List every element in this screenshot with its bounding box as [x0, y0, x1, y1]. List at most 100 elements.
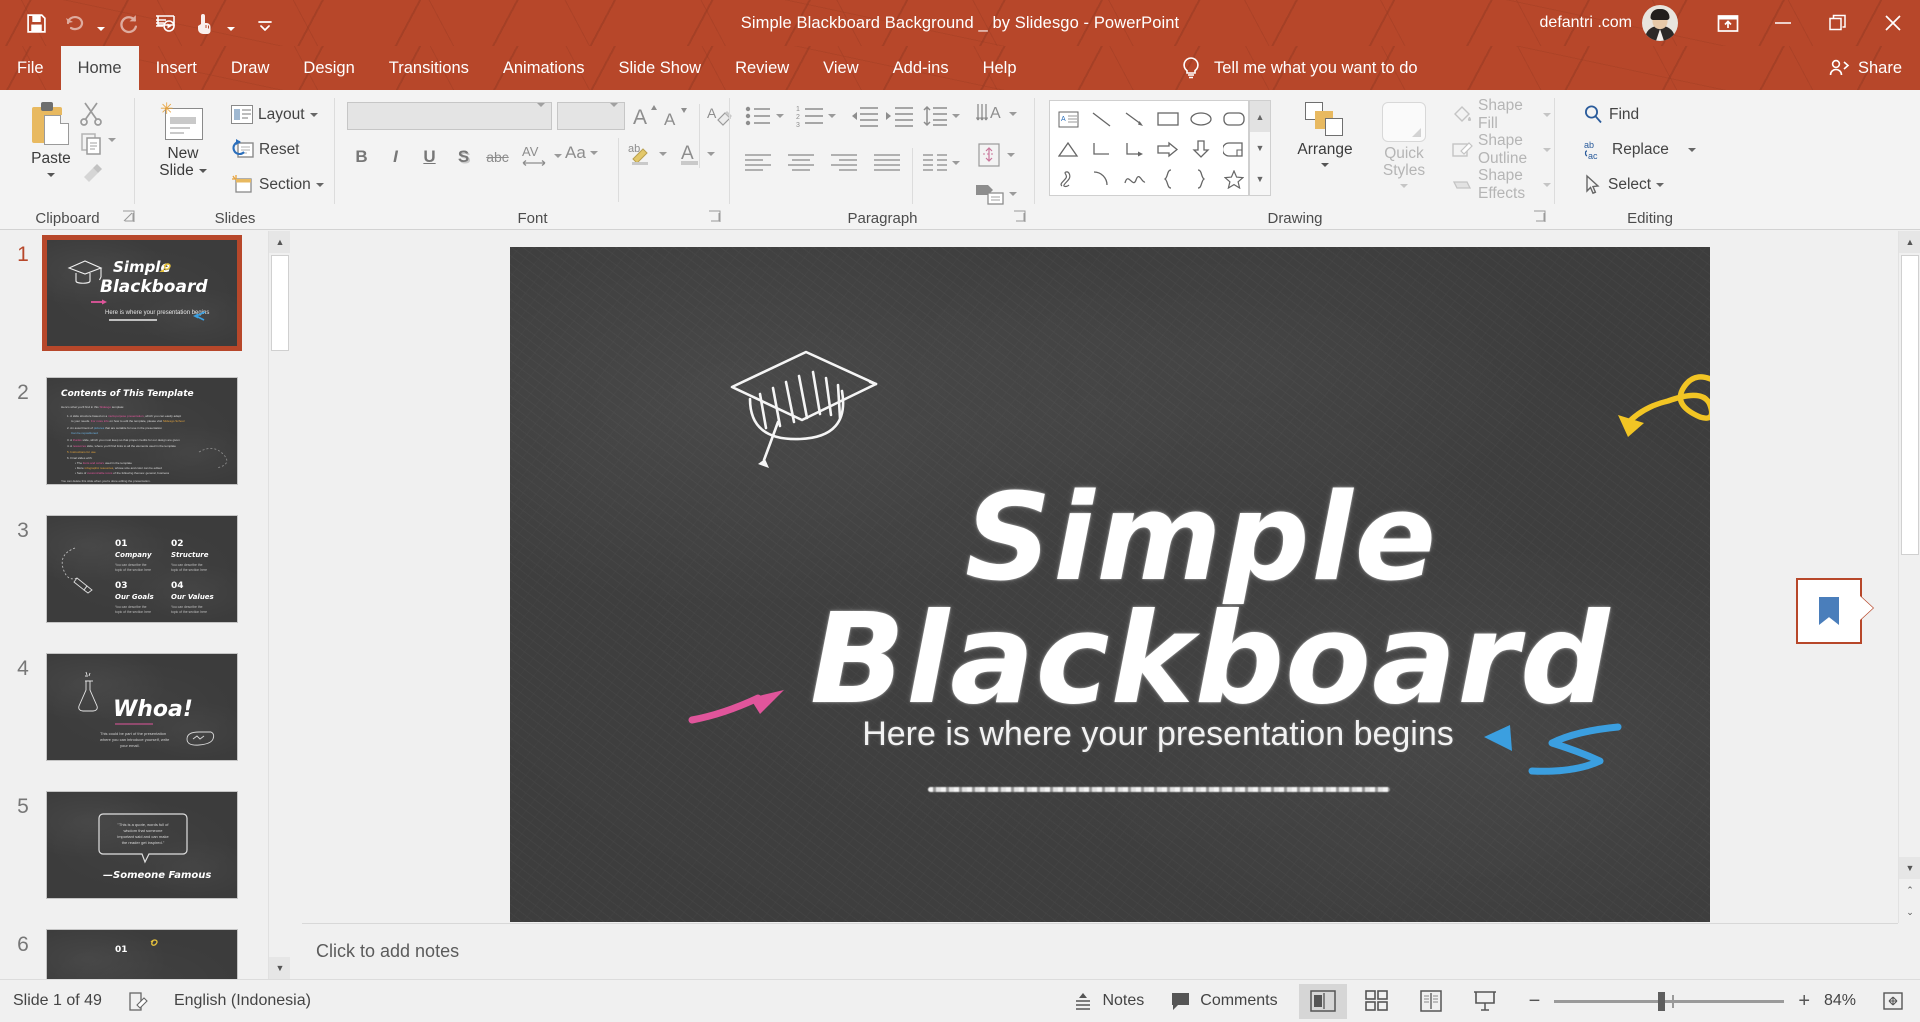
numbering-button[interactable]: 123 — [796, 104, 836, 128]
zoom-slider[interactable] — [1554, 991, 1785, 1011]
comments-button[interactable]: Comments — [1157, 980, 1290, 1022]
decrease-indent-button[interactable] — [850, 104, 878, 133]
tab-add-ins[interactable]: Add-ins — [876, 46, 966, 90]
restore-button[interactable] — [1810, 0, 1865, 46]
shape-effects-button[interactable]: Shape Effects — [1447, 167, 1555, 202]
replace-button[interactable]: ab ac Replace — [1579, 135, 1700, 164]
tab-animations[interactable]: Animations — [486, 46, 602, 90]
format-painter-button[interactable] — [80, 162, 106, 191]
columns-button[interactable] — [922, 152, 960, 174]
thumbnail-5[interactable]: 5 "This is a quote, words full of wisdom… — [0, 791, 268, 899]
zoom-slider-handle[interactable] — [1658, 991, 1666, 1011]
shape-fill-button[interactable]: Shape Fill — [1447, 97, 1555, 132]
thumbnail-canvas-5[interactable]: "This is a quote, words full of wisdom t… — [46, 791, 238, 899]
zoom-out-button[interactable]: − — [1529, 990, 1541, 1013]
scribble-shape[interactable] — [1052, 164, 1085, 194]
line-shape[interactable] — [1085, 104, 1118, 134]
elbow-arrow-shape[interactable] — [1118, 134, 1151, 164]
previous-slide-icon[interactable]: ⌃ — [1899, 879, 1920, 901]
layout-button[interactable]: Layout — [227, 100, 322, 129]
bookmark-callout-panel[interactable] — [1796, 578, 1862, 644]
language-indicator[interactable]: English (Indonesia) — [161, 980, 324, 1022]
thumbnail-3[interactable]: 3 01 Company You can describe the topic … — [0, 515, 268, 623]
tab-draw[interactable]: Draw — [214, 46, 287, 90]
shapes-more-icon[interactable]: ▼ — [1250, 164, 1270, 195]
accessibility-check-button[interactable] — [115, 980, 161, 1022]
rounded-rectangle-shape[interactable] — [1217, 104, 1250, 134]
arrow-shape[interactable] — [1118, 104, 1151, 134]
thumbnail-canvas-1[interactable]: Simple Blackboard Here is where your pre… — [42, 235, 242, 351]
folded-corner-shape[interactable] — [1217, 134, 1250, 164]
scrollbar-thumb[interactable] — [271, 255, 289, 351]
decrease-font-size-button[interactable]: A — [663, 104, 689, 135]
rectangle-shape[interactable] — [1151, 104, 1184, 134]
elbow-connector-shape[interactable] — [1085, 134, 1118, 164]
section-button[interactable]: Section — [227, 170, 328, 199]
thumbnail-6[interactable]: 6 01 — [0, 929, 268, 979]
tab-transitions[interactable]: Transitions — [372, 46, 486, 90]
avatar[interactable] — [1642, 5, 1678, 41]
align-left-button[interactable] — [744, 152, 772, 179]
down-arrow-shape[interactable] — [1184, 134, 1217, 164]
slide-scroll-down-icon[interactable]: ▼ — [1899, 857, 1920, 879]
thumbnail-4[interactable]: 4 Whoa! This could be part of the presen… — [0, 653, 268, 761]
copy-button[interactable] — [80, 132, 104, 161]
triangle-shape[interactable] — [1052, 134, 1085, 164]
slide-thumbnail-pane[interactable]: 1 Simple Blackboard Here is where your p… — [0, 231, 290, 979]
zoom-in-button[interactable]: + — [1798, 990, 1810, 1013]
increase-font-size-button[interactable]: A — [632, 102, 658, 135]
slide-show-button[interactable] — [1461, 984, 1509, 1019]
scroll-down-icon[interactable]: ▼ — [269, 957, 290, 979]
new-slide-button[interactable]: ✳ New Slide — [147, 102, 219, 180]
slide-scrollbar-thumb[interactable] — [1901, 255, 1919, 555]
align-text-button[interactable] — [975, 142, 1015, 168]
text-box-shape[interactable]: A — [1052, 104, 1085, 134]
font-color-button[interactable]: A — [679, 140, 715, 168]
change-case-button[interactable]: Aa — [565, 143, 598, 163]
font-dialog-launcher[interactable] — [708, 210, 722, 224]
thumbnail-canvas-4[interactable]: Whoa! This could be part of the presenta… — [46, 653, 238, 761]
underline-button[interactable]: U — [415, 142, 444, 171]
find-button[interactable]: Find — [1579, 100, 1643, 129]
font-size-combo[interactable] — [557, 102, 625, 130]
main-slide[interactable]: Simple Blackboard Here is where your pre… — [510, 247, 1710, 922]
minimize-button[interactable] — [1755, 0, 1810, 46]
text-shadow-button[interactable]: S — [449, 142, 478, 171]
thumbnail-1[interactable]: 1 Simple Blackboard Here is where your p… — [0, 235, 268, 351]
oval-shape[interactable] — [1184, 104, 1217, 134]
arrange-button[interactable]: Arrange — [1289, 102, 1361, 168]
thumbnail-canvas-3[interactable]: 01 Company You can describe the topic of… — [46, 515, 238, 623]
arc-shape[interactable] — [1085, 164, 1118, 194]
bullets-button[interactable] — [744, 104, 784, 128]
line-spacing-button[interactable] — [922, 104, 960, 128]
paragraph-dialog-launcher[interactable] — [1013, 210, 1027, 224]
reset-button[interactable]: Reset — [227, 135, 304, 164]
tab-help[interactable]: Help — [966, 46, 1034, 90]
scroll-up-icon[interactable]: ▲ — [269, 231, 290, 253]
clipboard-dialog-launcher[interactable] — [122, 210, 136, 224]
convert-to-smartart-button[interactable] — [975, 182, 1017, 206]
cut-button[interactable] — [78, 100, 104, 131]
slide-sorter-view-button[interactable] — [1353, 984, 1401, 1019]
bold-button[interactable]: B — [347, 142, 376, 171]
right-brace-shape[interactable] — [1184, 164, 1217, 194]
shapes-scroll-down-icon[interactable]: ▼ — [1250, 132, 1270, 163]
tell-me-box[interactable]: Tell me what you want to do — [1180, 46, 1418, 90]
shapes-scroll-up-icon[interactable]: ▲ — [1250, 101, 1270, 133]
slide-indicator[interactable]: Slide 1 of 49 — [0, 980, 115, 1022]
quick-styles-button[interactable]: Quick Styles — [1368, 102, 1440, 188]
shape-outline-button[interactable]: Shape Outline — [1447, 132, 1555, 167]
tab-view[interactable]: View — [806, 46, 875, 90]
character-spacing-button[interactable]: AV — [520, 143, 562, 169]
curve-shape[interactable] — [1118, 164, 1151, 194]
tab-file[interactable]: File — [0, 46, 61, 90]
shapes-gallery-scroll[interactable]: ▲ ▼ ▼ — [1249, 100, 1271, 196]
font-name-combo[interactable] — [347, 102, 552, 130]
close-button[interactable] — [1865, 0, 1920, 46]
right-arrow-shape[interactable] — [1151, 134, 1184, 164]
select-button[interactable]: Select — [1579, 170, 1668, 199]
reading-view-button[interactable] — [1407, 984, 1455, 1019]
notes-pane[interactable]: Click to add notes — [302, 923, 1898, 979]
tab-review[interactable]: Review — [718, 46, 806, 90]
thumbnail-2[interactable]: 2 Contents of This Template Here's what … — [0, 377, 268, 485]
